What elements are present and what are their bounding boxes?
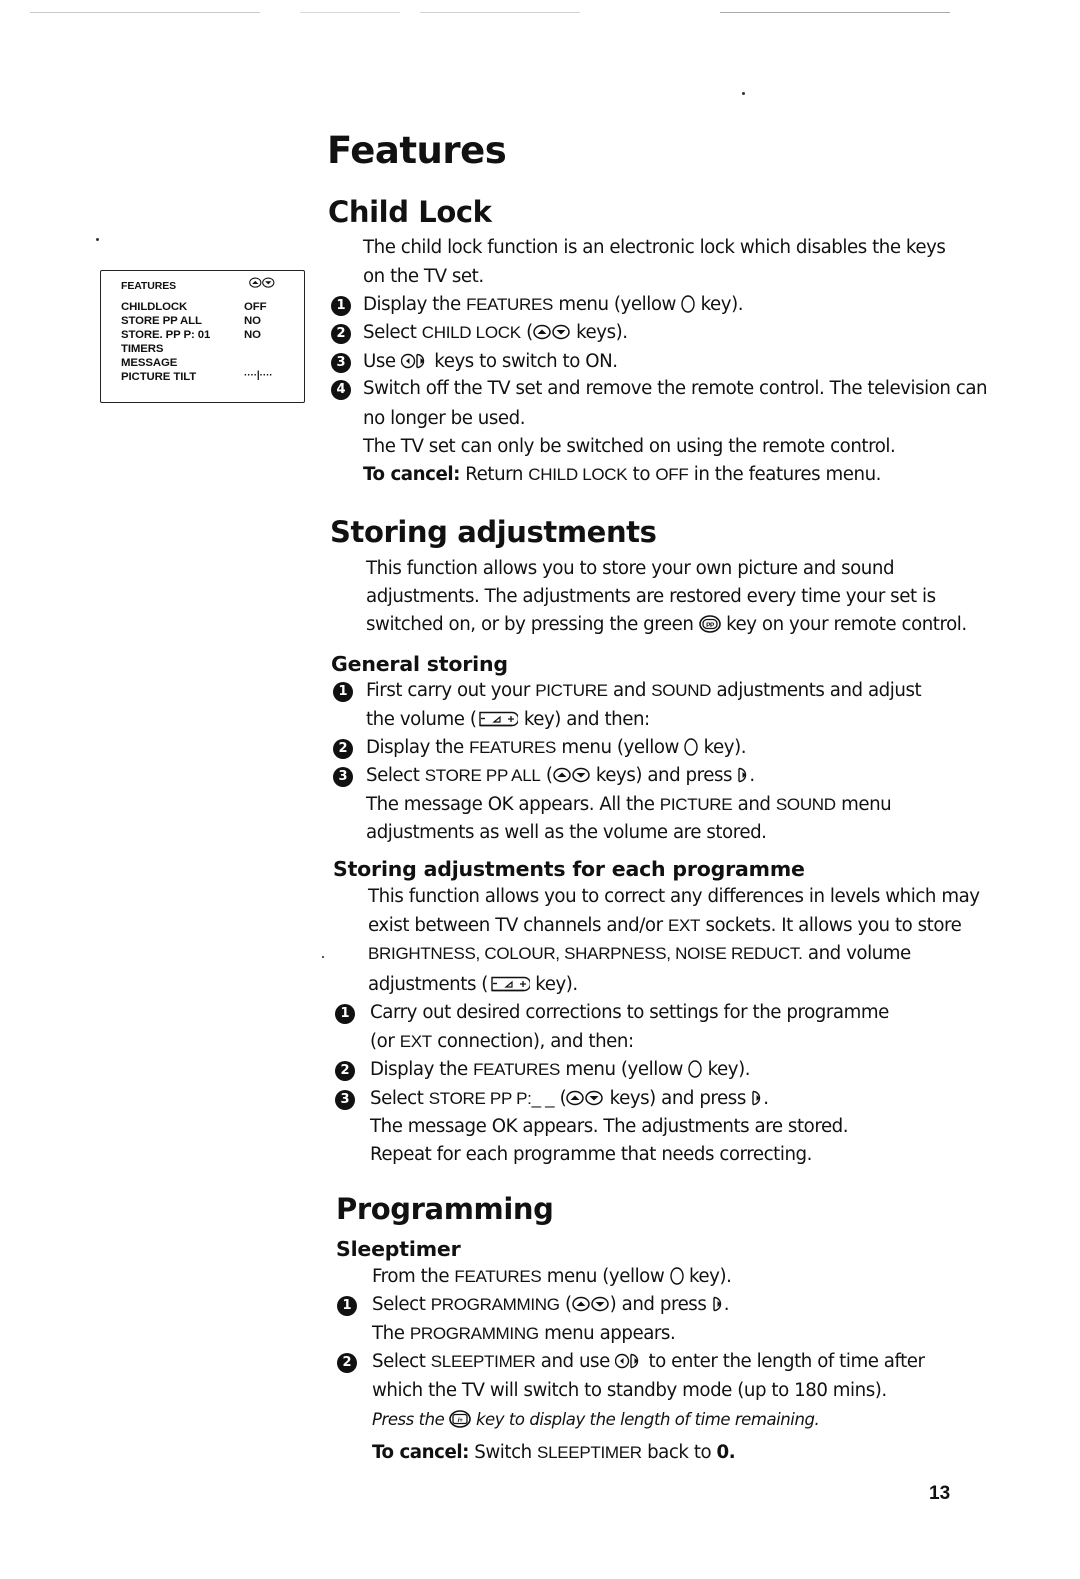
per-programme-intro-4: adjustments ( key). (368, 974, 578, 995)
sleeptimer-step-2: Select SLEEPTIMER and use to enter the l… (372, 1351, 925, 1372)
sleeptimer-step-1: Select PROGRAMMING () and press . (372, 1294, 730, 1315)
per-programme-result-2: Repeat for each programme that needs cor… (370, 1144, 812, 1165)
yellow-key-icon (681, 295, 695, 313)
features-menu-illustration: FEATURES CHILDLOCK OFF STORE PP ALL NO S… (100, 270, 305, 403)
child-lock-step-2: Select CHILD LOCK ( keys). (363, 322, 628, 343)
per-programme-result-1: The message OK appears. The adjustments … (370, 1116, 849, 1137)
child-lock-step-1: Display the FEATURES menu (yellow key). (363, 294, 744, 315)
child-lock-step-3: Use keys to switch to ON. (363, 351, 618, 372)
yellow-key-icon (688, 1060, 702, 1078)
page-title: Features (327, 129, 507, 172)
page-number: 13 (929, 1483, 951, 1504)
per-programme-step-1: Carry out desired corrections to setting… (370, 1002, 889, 1023)
up-down-keys-icon (552, 767, 590, 783)
child-lock-heading: Child Lock (328, 195, 492, 229)
sleeptimer-step-1-result: The PROGRAMMING menu appears. (372, 1323, 676, 1344)
menu-row-label: TIMERS (121, 343, 164, 355)
scan-speck (322, 956, 324, 958)
volume-key-icon (491, 976, 530, 992)
menu-row-label: STORE PP ALL (121, 315, 202, 327)
child-lock-step-4-line-1: Switch off the TV set and remove the rem… (363, 378, 988, 399)
general-storing-step-3: Select STORE PP ALL ( keys) and press . (366, 765, 755, 786)
up-down-keys-icon (571, 1296, 609, 1312)
scan-speck (96, 238, 99, 241)
child-lock-step-4-line-2: no longer be used. (363, 408, 526, 429)
right-key-icon (713, 1296, 722, 1312)
child-lock-cancel: To cancel: Return CHILD LOCK to OFF in t… (363, 464, 881, 485)
sleeptimer-step-2-line-2: which the TV will switch to standby mode… (372, 1380, 887, 1401)
yellow-key-icon (669, 1267, 684, 1285)
step-number-1: 1 (337, 1296, 357, 1316)
menu-row-value: NO (244, 329, 261, 341)
menu-row-label: MESSAGE (121, 357, 178, 369)
menu-row-label: STORE. PP P: 01 (121, 329, 211, 341)
child-lock-note: The TV set can only be switched on using… (363, 436, 896, 457)
storing-adjustments-heading: Storing adjustments (330, 515, 657, 549)
menu-row-label: PICTURE TILT (121, 371, 197, 383)
per-programme-intro-3: BRIGHTNESS, COLOUR, SHARPNESS, NOISE RED… (368, 943, 911, 964)
storing-intro-1: This function allows you to store your o… (366, 558, 895, 579)
menu-row-label: CHILDLOCK (121, 301, 188, 313)
per-programme-heading: Storing adjustments for each programme (333, 857, 805, 881)
per-programme-intro-2: exist between TV channels and/or EXT soc… (368, 915, 962, 936)
up-down-keys-icon (249, 277, 275, 288)
storing-intro-3: switched on, or by pressing the green ke… (366, 614, 967, 635)
step-number-4: 4 (331, 380, 351, 400)
volume-key-icon (479, 711, 519, 727)
step-number-2: 2 (331, 324, 351, 344)
info-key-icon (449, 1410, 471, 1428)
per-programme-step-1-line-2: (or EXT connection), and then: (370, 1031, 634, 1052)
step-number-3: 3 (331, 353, 351, 373)
programming-heading: Programming (336, 1192, 554, 1226)
child-lock-intro-1: The child lock function is an electronic… (363, 237, 946, 258)
child-lock-intro-2: on the TV set. (363, 266, 484, 287)
right-key-icon (752, 1090, 761, 1106)
general-storing-step-1: First carry out your PICTURE and SOUND a… (366, 680, 922, 701)
general-storing-heading: General storing (331, 652, 508, 676)
yellow-key-icon (684, 738, 698, 756)
step-number-2: 2 (335, 1061, 355, 1081)
up-down-keys-icon (566, 1090, 604, 1106)
sleeptimer-heading: Sleeptimer (336, 1237, 461, 1261)
step-number-3: 3 (335, 1090, 355, 1110)
step-number-1: 1 (335, 1004, 355, 1024)
step-number-1: 1 (333, 682, 353, 702)
general-storing-result-2: adjustments as well as the volume are st… (366, 822, 767, 843)
sleeptimer-tip: Press the key to display the length of t… (372, 1410, 820, 1429)
per-programme-step-2: Display the FEATURES menu (yellow key). (370, 1059, 751, 1080)
left-right-keys-icon (400, 353, 425, 369)
pp-key-icon (698, 615, 721, 633)
menu-row-value: NO (244, 315, 261, 327)
step-number-3: 3 (333, 767, 353, 787)
step-number-2: 2 (333, 739, 353, 759)
menu-row-value: OFF (244, 301, 267, 313)
sleeptimer-intro: From the FEATURES menu (yellow key). (372, 1266, 732, 1287)
up-down-keys-icon (533, 324, 570, 340)
general-storing-step-2: Display the FEATURES menu (yellow key). (366, 737, 747, 758)
general-storing-result-1: The message OK appears. All the PICTURE … (366, 794, 892, 815)
per-programme-step-3: Select STORE PP P:_ _ ( keys) and press … (370, 1088, 769, 1109)
storing-intro-2: adjustments. The adjustments are restore… (366, 586, 936, 607)
left-right-keys-icon (615, 1353, 639, 1369)
right-key-icon (738, 767, 748, 783)
picture-tilt-slider: ····|···· (244, 370, 273, 381)
step-number-1: 1 (331, 296, 351, 316)
menu-title: FEATURES (121, 280, 177, 292)
sleeptimer-cancel: To cancel: Switch SLEEPTIMER back to 0. (372, 1442, 736, 1463)
general-storing-step-1-line-2: the volume ( key) and then: (366, 709, 650, 730)
per-programme-intro-1: This function allows you to correct any … (368, 886, 980, 907)
step-number-2: 2 (337, 1353, 357, 1373)
scan-speck (742, 92, 745, 95)
